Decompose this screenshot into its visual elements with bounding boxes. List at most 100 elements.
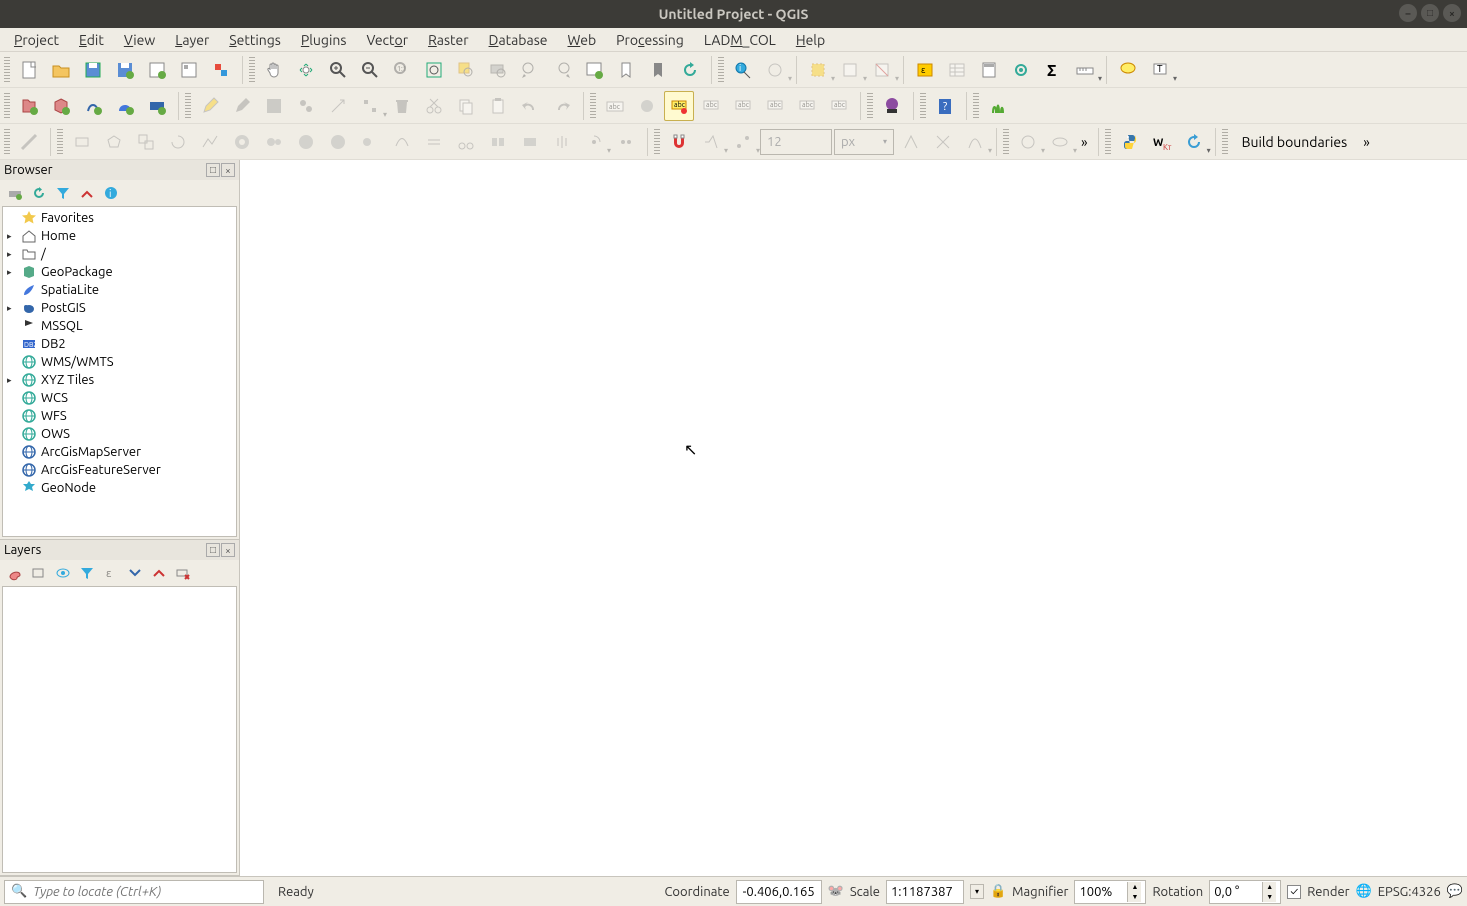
toolbar-overflow[interactable]: »	[1077, 134, 1092, 150]
undo-button[interactable]	[515, 91, 545, 121]
select-features-button[interactable]	[803, 55, 833, 85]
move-feature-button[interactable]	[323, 91, 353, 121]
lock-scale-icon[interactable]: 🔒	[990, 884, 1006, 899]
snap-type-button[interactable]	[728, 127, 758, 157]
expand-arrow-icon[interactable]: ▸	[7, 267, 17, 278]
toolbar-handle[interactable]	[185, 93, 191, 119]
menu-database[interactable]: Database	[481, 30, 556, 50]
statistics-button[interactable]: Σ	[1038, 55, 1068, 85]
paste-features-button[interactable]	[483, 91, 513, 121]
panel-undock-button[interactable]: □	[206, 543, 220, 557]
measure-button[interactable]	[1070, 55, 1100, 85]
toolbar-handle[interactable]	[718, 57, 724, 83]
map-tips-button[interactable]	[1113, 55, 1143, 85]
scale-input[interactable]: 1:1187387	[886, 880, 964, 904]
browser-item-db2[interactable]: DB2DB2	[3, 335, 236, 353]
browser-item-ows[interactable]: OWS	[3, 425, 236, 443]
python-console-button[interactable]	[1115, 127, 1145, 157]
crs-label[interactable]: EPSG:4326	[1378, 885, 1441, 899]
browser-item-arcgismapserver[interactable]: ArcGisMapServer	[3, 443, 236, 461]
tracing-button[interactable]	[960, 127, 990, 157]
zoom-selection-button[interactable]	[451, 55, 481, 85]
locator-input[interactable]	[33, 885, 257, 899]
expand-arrow-icon[interactable]: ▸	[7, 231, 17, 242]
rotate-label-button[interactable]: abc	[792, 91, 822, 121]
open-attribute-table-button[interactable]	[942, 55, 972, 85]
zoom-native-button[interactable]: 1:1	[387, 55, 417, 85]
highlight-pinned-labels-button[interactable]: abc	[664, 91, 694, 121]
menu-help[interactable]: Help	[788, 30, 833, 50]
snap-intersection-button[interactable]	[928, 127, 958, 157]
topological-editing-button[interactable]	[896, 127, 926, 157]
identify-features-button[interactable]: i	[728, 55, 758, 85]
collapse-all-layers-button[interactable]	[148, 562, 170, 584]
new-map-view-button[interactable]	[579, 55, 609, 85]
new-geopackage-button[interactable]	[46, 91, 76, 121]
delete-ring-button[interactable]	[323, 127, 353, 157]
copy-features-button[interactable]	[451, 91, 481, 121]
expand-arrow-icon[interactable]: ▸	[7, 303, 17, 314]
show-hide-labels-button[interactable]: abc	[728, 91, 758, 121]
action-run-feature-button[interactable]	[760, 55, 790, 85]
browser-refresh-button[interactable]	[28, 182, 50, 204]
offset-point-button[interactable]	[611, 127, 641, 157]
new-virtual-layer-button[interactable]	[142, 91, 172, 121]
select-by-expression-button[interactable]: ε	[910, 55, 940, 85]
menu-vector[interactable]: Vector	[358, 30, 416, 50]
build-boundaries-button[interactable]: Build boundaries	[1232, 134, 1358, 150]
toolbar-handle[interactable]	[654, 129, 660, 155]
browser-item-mssql[interactable]: MSSQL	[3, 317, 236, 335]
spinner-up[interactable]: ▲	[1262, 882, 1276, 892]
zoom-full-button[interactable]	[419, 55, 449, 85]
menu-processing[interactable]: Processing	[608, 30, 692, 50]
browser-item-geonode[interactable]: GeoNode	[3, 479, 236, 497]
save-edits-button[interactable]	[259, 91, 289, 121]
move-feature-copy-button[interactable]	[131, 127, 161, 157]
cut-features-button[interactable]	[419, 91, 449, 121]
open-project-button[interactable]	[46, 55, 76, 85]
open-data-source-button[interactable]	[14, 91, 44, 121]
expand-arrow-icon[interactable]: ▸	[7, 375, 17, 386]
split-features-button[interactable]	[451, 127, 481, 157]
toolbar-handle[interactable]	[4, 57, 10, 83]
offset-curve-button[interactable]	[419, 127, 449, 157]
browser-properties-button[interactable]: i	[100, 182, 122, 204]
style-manager-button[interactable]	[206, 55, 236, 85]
new-print-layout-button[interactable]	[142, 55, 172, 85]
save-project-button[interactable]	[78, 55, 108, 85]
toolbar-handle[interactable]	[1222, 129, 1228, 155]
redo-button[interactable]	[547, 91, 577, 121]
expand-all-button[interactable]	[124, 562, 146, 584]
select-by-value-button[interactable]	[835, 55, 865, 85]
field-calculator-button[interactable]	[974, 55, 1004, 85]
browser-filter-button[interactable]	[52, 182, 74, 204]
layers-tree[interactable]	[2, 586, 237, 873]
menu-ladm-col[interactable]: LADM_COL	[696, 30, 784, 50]
browser-item--[interactable]: ▸/	[3, 245, 236, 263]
add-layer-button[interactable]	[4, 182, 26, 204]
browser-item-wcs[interactable]: WCS	[3, 389, 236, 407]
rotation-input[interactable]: 0,0 °▲▼	[1209, 880, 1281, 904]
zoom-layer-button[interactable]	[483, 55, 513, 85]
add-feature-button[interactable]	[291, 91, 321, 121]
new-spatialite-button[interactable]	[110, 91, 140, 121]
deselect-button[interactable]	[867, 55, 897, 85]
spinner-down[interactable]: ▼	[1127, 892, 1141, 902]
add-group-button[interactable]	[28, 562, 50, 584]
crs-icon[interactable]: 🌐	[1356, 884, 1372, 899]
metasearch-button[interactable]	[877, 91, 907, 121]
locator-bar[interactable]: 🔍	[4, 880, 264, 904]
browser-item-home[interactable]: ▸Home	[3, 227, 236, 245]
browser-item-geopackage[interactable]: ▸GeoPackage	[3, 263, 236, 281]
move-label-button[interactable]: abc	[760, 91, 790, 121]
toolbar-handle[interactable]	[4, 93, 10, 119]
save-project-as-button[interactable]	[110, 55, 140, 85]
window-close-button[interactable]: ×	[1443, 4, 1461, 22]
menu-web[interactable]: Web	[560, 30, 605, 50]
grass-tools-button[interactable]	[983, 91, 1013, 121]
browser-item-spatialite[interactable]: SpatiaLite	[3, 281, 236, 299]
map-canvas[interactable]: ↖	[240, 160, 1467, 876]
toolbar-handle[interactable]	[973, 93, 979, 119]
delete-selected-button[interactable]	[387, 91, 417, 121]
pin-labels-button[interactable]: abc	[696, 91, 726, 121]
